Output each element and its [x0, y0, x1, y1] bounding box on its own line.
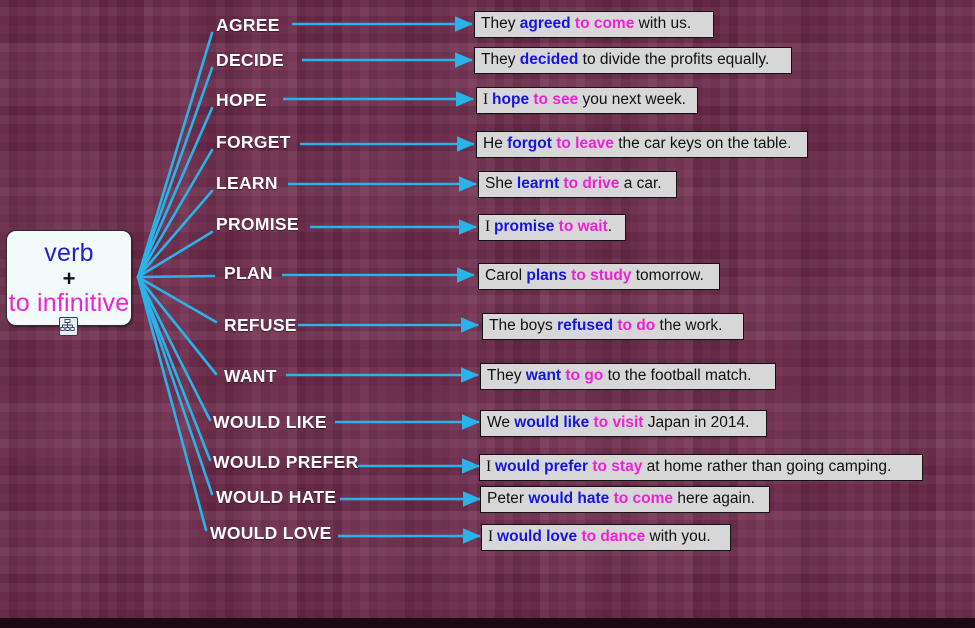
verb-label-would-love[interactable]: WOULD LOVE — [210, 523, 332, 544]
sentence-box-would-prefer[interactable]: I would prefer to stay at home rather th… — [479, 454, 923, 481]
verb-label-learn[interactable]: LEARN — [216, 173, 278, 194]
sentence-fragment: with you. — [645, 528, 711, 545]
hub-spoke-hope — [136, 106, 214, 279]
sentence-box-would-hate[interactable]: Peter would hate to come here again. — [480, 486, 770, 513]
sentence-fragment: I — [483, 91, 493, 108]
sentence-fragment: He — [483, 135, 508, 152]
sentence-fragment: to divide the profits equally. — [582, 51, 770, 68]
sentence-fragment: to come — [574, 15, 635, 32]
sentence-fragment: want — [525, 367, 566, 384]
sentence-box-want[interactable]: They want to go to the football match. — [480, 363, 776, 390]
verb-label-agree[interactable]: AGREE — [216, 15, 280, 36]
sentence-fragment: with us. — [634, 15, 692, 32]
verb-label-refuse[interactable]: REFUSE — [224, 315, 297, 336]
sentence-fragment: I — [488, 528, 498, 545]
sentence-fragment: forgot — [507, 135, 557, 152]
sentence-fragment: . — [607, 218, 613, 235]
verb-label-hope[interactable]: HOPE — [216, 90, 267, 111]
sentence-fragment: plans — [526, 267, 572, 284]
hub-spoke-would-love — [136, 275, 208, 532]
sentence-fragment: to come — [613, 490, 674, 507]
sentence-fragment: to go — [565, 367, 604, 384]
verb-label-would-like[interactable]: WOULD LIKE — [213, 412, 327, 433]
hub-spoke-agree — [136, 31, 214, 279]
sentence-fragment: decided — [519, 51, 583, 68]
sentence-fragment: They — [481, 15, 520, 32]
hub-spoke-would-prefer — [136, 275, 212, 462]
diagram-canvas: verb + to infinitive AGREE DECIDE HOPE FORG… — [0, 0, 975, 628]
sentence-fragment: learnt — [516, 175, 564, 192]
sentence-fragment: to do — [617, 317, 656, 334]
sentence-box-refuse[interactable]: The boys refused to do the work. — [482, 313, 744, 340]
sentence-fragment: you next week. — [578, 91, 686, 108]
sentence-fragment: to drive — [563, 175, 620, 192]
sentence-fragment: to wait — [558, 218, 608, 235]
verb-label-would-hate[interactable]: WOULD HATE — [216, 487, 336, 508]
sentence-fragment: They — [487, 367, 526, 384]
sentence-fragment: refused — [557, 317, 618, 334]
sentence-fragment: tomorrow. — [631, 267, 704, 284]
sentence-fragment: promise — [494, 218, 559, 235]
hierarchy-diagram-icon[interactable] — [59, 317, 78, 336]
sentence-fragment: Peter — [487, 490, 529, 507]
sentence-fragment: Carol — [485, 267, 527, 284]
verb-label-decide[interactable]: DECIDE — [216, 50, 284, 71]
sentence-fragment: to stay — [592, 458, 643, 475]
sentence-fragment: to study — [571, 267, 632, 284]
sentence-fragment: to the football match. — [603, 367, 752, 384]
sentence-fragment: at home rather than going camping. — [642, 458, 892, 475]
hub-spokes — [136, 31, 218, 532]
sentence-fragment: to see — [533, 91, 579, 108]
sentence-fragment: to leave — [556, 135, 614, 152]
verb-label-forget[interactable]: FORGET — [216, 132, 291, 153]
sentence-fragment: the car keys on the table. — [613, 135, 792, 152]
verb-label-plan[interactable]: PLAN — [224, 263, 273, 284]
central-node[interactable]: verb + to infinitive — [6, 230, 132, 326]
sentence-fragment: Japan in 2014. — [643, 414, 750, 431]
sentence-fragment: agreed — [519, 15, 575, 32]
hub-spoke-would-hate — [136, 275, 214, 496]
sentence-fragment: here again. — [673, 490, 755, 507]
sentence-box-would-like[interactable]: We would like to visit Japan in 2014. — [480, 410, 767, 437]
sentence-box-decide[interactable]: They decided to divide the profits equal… — [474, 47, 792, 74]
central-node-infinitive: to infinitive — [8, 288, 130, 317]
central-node-verb: verb — [44, 238, 94, 267]
sentence-fragment: hope — [492, 91, 534, 108]
sentence-box-learn[interactable]: She learnt to drive a car. — [478, 171, 677, 198]
sentence-fragment: to visit — [593, 414, 644, 431]
sentence-fragment: a car. — [619, 175, 662, 192]
sentence-fragment: would like — [514, 414, 594, 431]
sentence-fragment: The boys — [489, 317, 558, 334]
sentence-box-would-love[interactable]: I would love to dance with you. — [481, 524, 731, 551]
verb-label-would-prefer[interactable]: WOULD PREFER — [213, 452, 359, 473]
hub-spoke-decide — [136, 66, 214, 279]
hub-spoke-plan — [136, 274, 216, 279]
hub-spoke-learn — [136, 189, 214, 279]
sentence-box-agree[interactable]: They agreed to come with us. — [474, 11, 714, 38]
sentence-fragment: I — [486, 458, 496, 475]
sentence-fragment: We — [487, 414, 515, 431]
sentence-fragment: would prefer — [495, 458, 593, 475]
sentence-box-hope[interactable]: I hope to see you next week. — [476, 87, 698, 114]
sentence-box-plan[interactable]: Carol plans to study tomorrow. — [478, 263, 720, 290]
verb-label-want[interactable]: WANT — [224, 366, 277, 387]
verb-label-promise[interactable]: PROMISE — [216, 214, 299, 235]
sentence-fragment: to dance — [581, 528, 646, 545]
sentence-box-promise[interactable]: I promise to wait. — [478, 214, 626, 241]
sentence-fragment: the work. — [655, 317, 723, 334]
sentence-fragment: would hate — [528, 490, 614, 507]
central-node-plus: + — [62, 265, 76, 291]
sentence-fragment: would love — [497, 528, 582, 545]
sentence-fragment: She — [485, 175, 517, 192]
sentence-box-forget[interactable]: He forgot to leave the car keys on the t… — [476, 131, 808, 158]
bottom-edge-strip — [0, 618, 975, 628]
sentence-fragment: They — [481, 51, 520, 68]
sentence-fragment: I — [485, 218, 495, 235]
